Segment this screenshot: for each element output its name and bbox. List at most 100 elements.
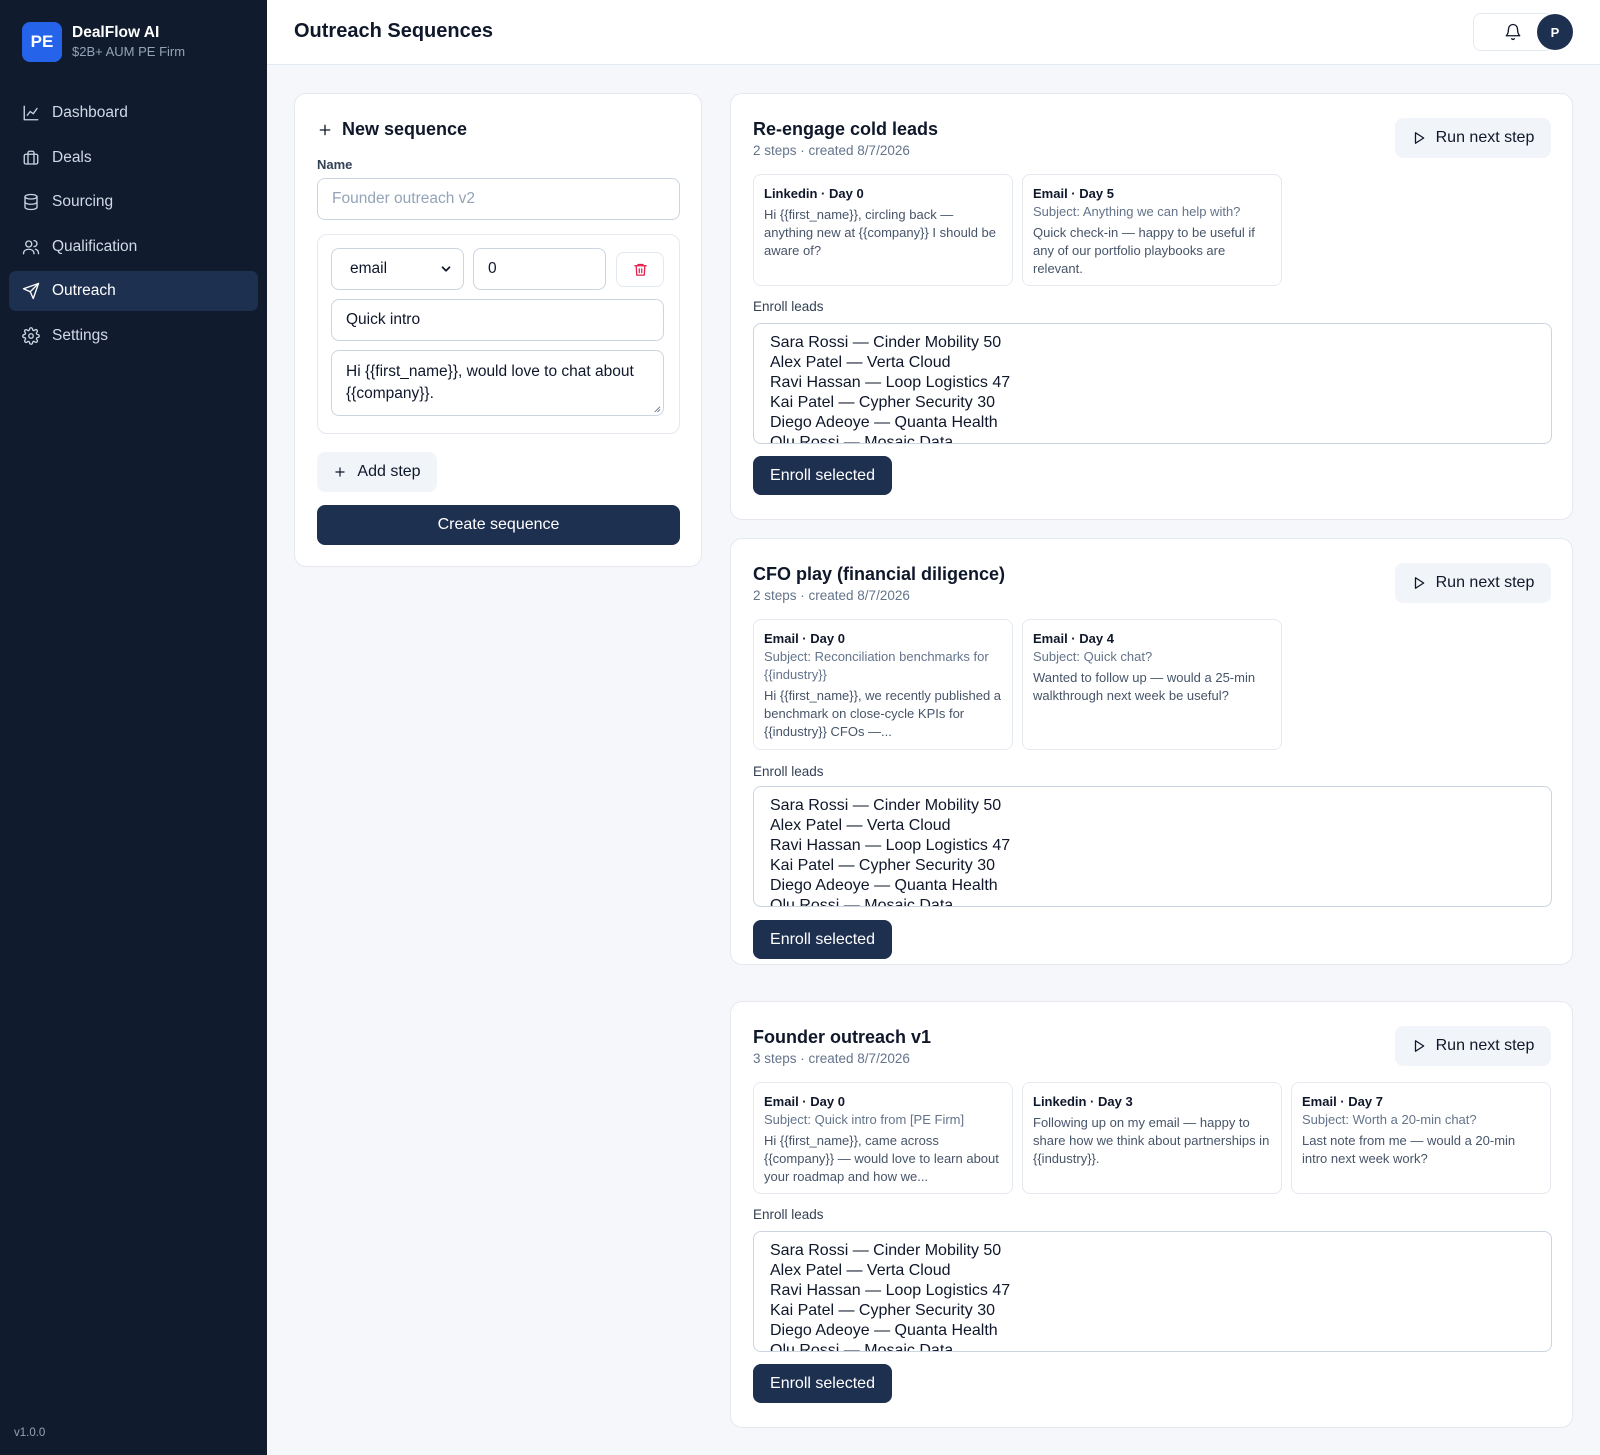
enroll-leads-label: Enroll leads xyxy=(753,299,824,314)
sequence-meta: 2 steps · created 8/7/2026 xyxy=(753,588,910,603)
create-sequence-button[interactable]: Create sequence xyxy=(317,505,680,545)
step-channel-day: Email · Day 7 xyxy=(1302,1094,1383,1109)
step-subject-preview: Subject: Quick chat? xyxy=(1033,649,1153,664)
step-channel-day: Email · Day 0 xyxy=(764,1094,845,1109)
play-icon xyxy=(1414,577,1424,589)
sequence-title: Re-engage cold leads xyxy=(753,119,939,139)
enroll-leads-label: Enroll leads xyxy=(753,1207,824,1222)
lead-option[interactable]: Alex Patel — Verta Cloud xyxy=(770,1261,1535,1281)
sidebar-item-deals[interactable]: Deals xyxy=(9,138,258,178)
sequence-meta: 2 steps · created 8/7/2026 xyxy=(753,143,910,158)
channel-select-value: email xyxy=(350,260,388,277)
lead-option[interactable]: Ravi Hassan — Loop Logistics 47 xyxy=(770,1281,1535,1301)
sidebar-item-label: Settings xyxy=(52,326,109,344)
step-channel-day: Email · Day 0 xyxy=(764,631,845,646)
step-body-textarea[interactable]: Hi {{first_name}}, would love to chat ab… xyxy=(331,350,664,416)
leads-multiselect[interactable]: Sara Rossi — Cinder Mobility 50 Alex Pat… xyxy=(753,786,1552,907)
run-next-step-button[interactable]: Run next step xyxy=(1395,1026,1551,1066)
sidebar: PE DealFlow AI $2B+ AUM PE Firm Dashboar… xyxy=(0,0,267,1455)
sidebar-item-settings[interactable]: Settings xyxy=(9,316,258,356)
sequence-card: Founder outreach v1 3 steps · created 8/… xyxy=(730,1001,1573,1428)
avatar[interactable]: P xyxy=(1537,14,1573,50)
step-body-preview: Hi {{first_name}}, we recently published… xyxy=(764,688,1002,739)
leads-multiselect[interactable]: Sara Rossi — Cinder Mobility 50 Alex Pat… xyxy=(753,323,1552,444)
users-icon xyxy=(22,239,40,254)
step-channel-day: Email · Day 4 xyxy=(1033,631,1114,646)
name-label: Name xyxy=(317,157,353,172)
sequence-step-card: Linkedin · Day 3 Following up on my emai… xyxy=(1022,1082,1282,1194)
lead-option[interactable]: Ravi Hassan — Loop Logistics 47 xyxy=(770,373,1535,393)
plus-icon xyxy=(335,467,346,477)
sidebar-item-label: Deals xyxy=(52,148,92,166)
resize-grip-icon[interactable] xyxy=(652,404,661,413)
lead-option[interactable]: Ravi Hassan — Loop Logistics 47 xyxy=(770,836,1535,856)
lead-option[interactable]: Sara Rossi — Cinder Mobility 50 xyxy=(770,333,1535,353)
sequence-step-card: Email · Day 4 Subject: Quick chat? Wante… xyxy=(1022,619,1282,750)
sequence-title: CFO play (financial diligence) xyxy=(753,564,1006,584)
sidebar-item-dashboard[interactable]: Dashboard xyxy=(9,93,258,133)
send-icon xyxy=(22,282,40,300)
lead-option[interactable]: Olu Rossi — Mosaic Data xyxy=(770,433,1535,443)
sidebar-item-outreach[interactable]: Outreach xyxy=(9,271,258,311)
lead-option[interactable]: Olu Rossi — Mosaic Data xyxy=(770,1341,1535,1351)
step-body-preview: Hi {{first_name}}, came across {{company… xyxy=(764,1133,999,1184)
lead-option[interactable]: Sara Rossi — Cinder Mobility 50 xyxy=(770,1241,1535,1261)
sequence-step-card: Email · Day 7 Subject: Worth a 20-min ch… xyxy=(1291,1082,1551,1194)
chart-line-icon xyxy=(23,105,39,121)
sequence-name-input[interactable]: Founder outreach v2 xyxy=(317,178,680,220)
briefcase-icon xyxy=(23,150,39,165)
lead-option[interactable]: Diego Adeoye — Quanta Health xyxy=(770,413,1535,433)
step-channel-day: Linkedin · Day 3 xyxy=(1033,1094,1133,1109)
sequence-card: Re-engage cold leads 2 steps · created 8… xyxy=(730,93,1573,520)
step-body-preview: Last note from me — would a 20-min intro… xyxy=(1302,1133,1516,1166)
sidebar-item-sourcing[interactable]: Sourcing xyxy=(9,182,258,222)
sidebar-nav: Dashboard Deals Sourcing Qualification O… xyxy=(9,93,258,360)
brand-name: DealFlow AI xyxy=(72,24,160,41)
add-step-label: Add step xyxy=(357,463,421,480)
step-subject-value: Quick intro xyxy=(346,311,421,328)
lead-option[interactable]: Kai Patel — Cypher Security 30 xyxy=(770,393,1535,413)
database-icon xyxy=(24,193,38,211)
bell-icon xyxy=(1505,23,1521,41)
enroll-leads-label: Enroll leads xyxy=(753,764,824,779)
plus-icon xyxy=(319,124,331,135)
top-header: Outreach Sequences P xyxy=(267,0,1600,65)
sidebar-item-label: Dashboard xyxy=(52,104,128,121)
delete-step-button[interactable] xyxy=(616,252,664,287)
play-icon xyxy=(1414,1040,1424,1052)
run-next-step-label: Run next step xyxy=(1435,574,1535,591)
lead-option[interactable]: Alex Patel — Verta Cloud xyxy=(770,353,1535,373)
step-subject-input[interactable]: Quick intro xyxy=(331,299,664,341)
sidebar-item-label: Qualification xyxy=(52,237,138,255)
enroll-selected-button[interactable]: Enroll selected xyxy=(753,920,892,959)
sidebar-item-label: Sourcing xyxy=(52,193,114,210)
lead-option[interactable]: Sara Rossi — Cinder Mobility 50 xyxy=(770,796,1535,816)
sidebar-item-label: Outreach xyxy=(52,282,116,299)
step-editor: email 0 Quick intro Hi {{first_name}}, w… xyxy=(317,234,680,434)
lead-option[interactable]: Diego Adeoye — Quanta Health xyxy=(770,1321,1535,1341)
day-offset-value: 0 xyxy=(488,260,497,277)
lead-option[interactable]: Kai Patel — Cypher Security 30 xyxy=(770,1301,1535,1321)
brand-subtitle: $2B+ AUM PE Firm xyxy=(72,44,186,59)
run-next-step-button[interactable]: Run next step xyxy=(1395,563,1551,603)
gear-icon xyxy=(22,326,40,345)
lead-option[interactable]: Kai Patel — Cypher Security 30 xyxy=(770,856,1535,876)
add-step-button[interactable]: Add step xyxy=(317,452,437,492)
channel-select[interactable]: email xyxy=(331,248,464,290)
lead-option[interactable]: Alex Patel — Verta Cloud xyxy=(770,816,1535,836)
sequence-card: CFO play (financial diligence) 2 steps ·… xyxy=(730,538,1573,965)
app-version: v1.0.0 xyxy=(14,1427,46,1439)
enroll-selected-button[interactable]: Enroll selected xyxy=(753,456,892,495)
leads-multiselect[interactable]: Sara Rossi — Cinder Mobility 50 Alex Pat… xyxy=(753,1231,1552,1352)
sequence-name-placeholder: Founder outreach v2 xyxy=(332,190,476,207)
lead-option[interactable]: Diego Adeoye — Quanta Health xyxy=(770,876,1535,896)
run-next-step-button[interactable]: Run next step xyxy=(1395,118,1551,158)
sidebar-item-qualification[interactable]: Qualification xyxy=(9,227,258,267)
lead-option[interactable]: Olu Rossi — Mosaic Data xyxy=(770,896,1535,906)
brand[interactable]: PE DealFlow AI $2B+ AUM PE Firm xyxy=(22,22,185,62)
new-sequence-title: New sequence xyxy=(317,119,467,140)
day-offset-input[interactable]: 0 xyxy=(473,248,606,290)
sequence-step-card: Email · Day 5 Subject: Anything we can h… xyxy=(1022,174,1282,286)
step-body-value: Hi {{first_name}}, would love to chat ab… xyxy=(346,363,634,402)
enroll-selected-button[interactable]: Enroll selected xyxy=(753,1364,892,1403)
